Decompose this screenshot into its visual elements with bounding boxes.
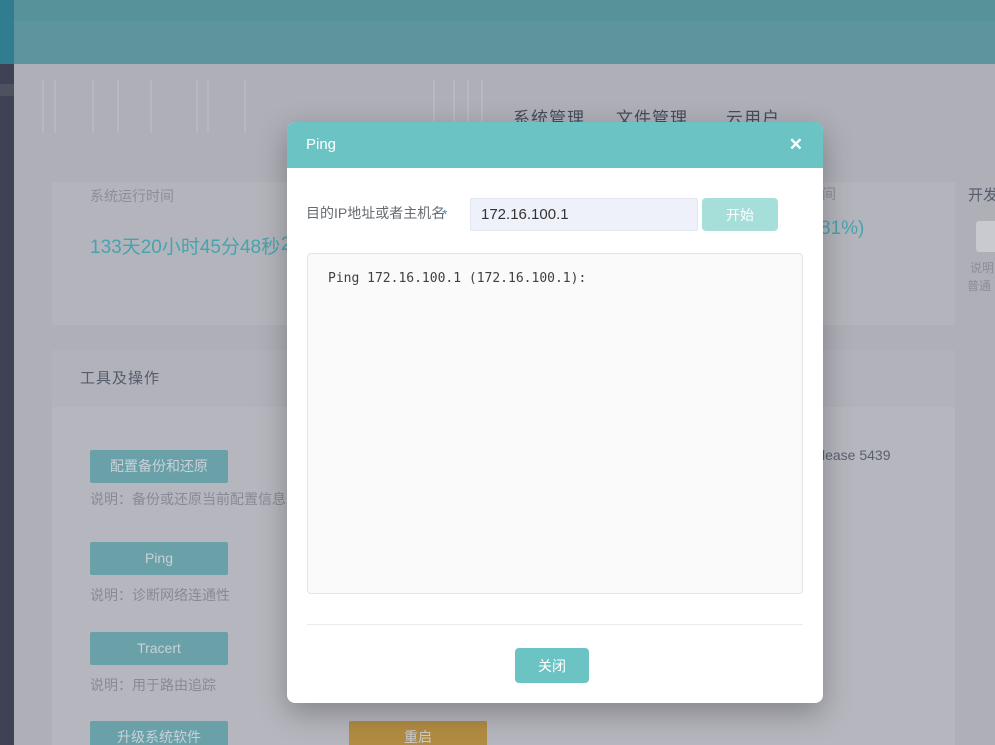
uptime-label: 系统运行时间 bbox=[90, 188, 174, 204]
tracert-desc: 说明：用于路由追踪 bbox=[90, 677, 216, 693]
release-version-fragment: lease 5439 bbox=[822, 447, 891, 463]
destination-ip-label: 目的IP地址或者主机名 bbox=[306, 205, 446, 221]
tracert-button[interactable]: Tracert bbox=[90, 632, 228, 665]
dev-note-2: 普通 bbox=[967, 279, 992, 293]
ping-button[interactable]: Ping bbox=[90, 542, 228, 575]
sidebar-top-accent bbox=[0, 0, 14, 64]
sidebar-active-marker bbox=[0, 84, 14, 96]
top-nav: 系统管理 文件管理 云用户 bbox=[0, 104, 995, 128]
close-button[interactable]: 关闭 bbox=[515, 648, 589, 683]
developer-mode-toggle[interactable] bbox=[976, 221, 995, 252]
ping-output-box[interactable]: Ping 172.16.100.1 (172.16.100.1): bbox=[307, 253, 803, 594]
start-button[interactable]: 开始 bbox=[702, 198, 778, 231]
dev-note-1: 说明 bbox=[970, 261, 995, 275]
uptime-value: 133天20小时45分48秒 bbox=[90, 237, 281, 258]
memory-usage-fragment: 81%) bbox=[820, 218, 865, 239]
top-header-bar bbox=[0, 0, 995, 21]
ping-dialog-header: Ping ✕ bbox=[287, 122, 823, 168]
developer-mode-label: 开发 bbox=[968, 187, 995, 204]
ping-dialog-title: Ping bbox=[306, 136, 337, 153]
close-icon[interactable]: ✕ bbox=[789, 134, 803, 156]
footer-divider bbox=[307, 624, 803, 625]
destination-ip-input[interactable] bbox=[470, 198, 698, 231]
ping-dialog: Ping ✕ 目的IP地址或者主机名 * 开始 Ping 172.16.100.… bbox=[287, 122, 823, 703]
required-asterisk: * bbox=[442, 206, 448, 222]
ping-desc: 说明：诊断网络连通性 bbox=[90, 587, 230, 603]
sidebar-rail bbox=[0, 64, 14, 745]
tools-card-title: 工具及操作 bbox=[80, 370, 161, 387]
backup-restore-desc: 说明：备份或还原当前配置信息 bbox=[90, 491, 286, 507]
restart-button[interactable]: 重启 bbox=[349, 721, 487, 745]
upgrade-software-button[interactable]: 升级系统软件 bbox=[90, 721, 228, 745]
top-header-bar-lower bbox=[0, 21, 995, 64]
backup-restore-button[interactable]: 配置备份和还原 bbox=[90, 450, 228, 483]
right-label-fragment: 间 bbox=[822, 186, 836, 202]
ping-output-text: Ping 172.16.100.1 (172.16.100.1): bbox=[328, 271, 587, 286]
